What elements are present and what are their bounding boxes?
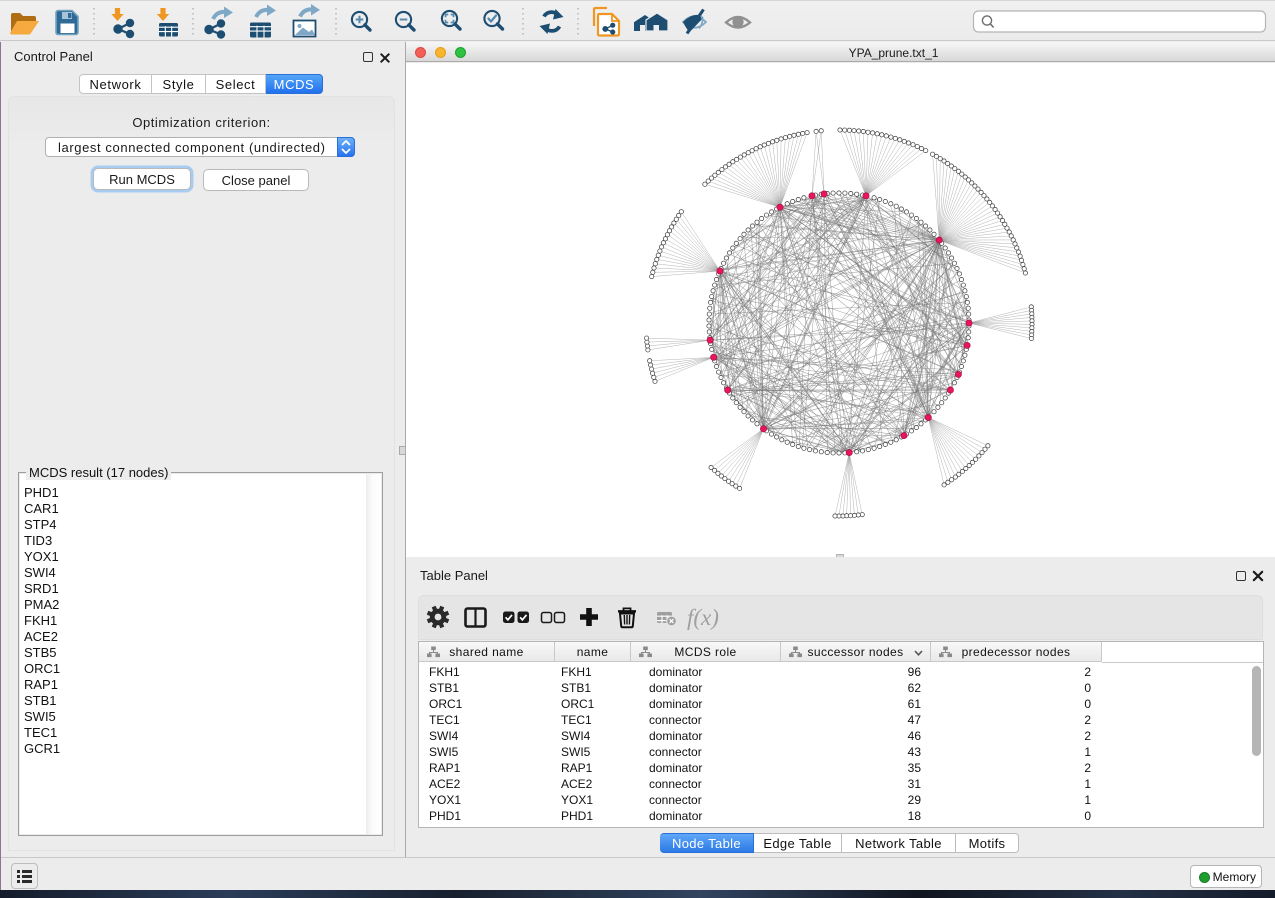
svg-text:f(x): f(x)	[687, 605, 719, 630]
